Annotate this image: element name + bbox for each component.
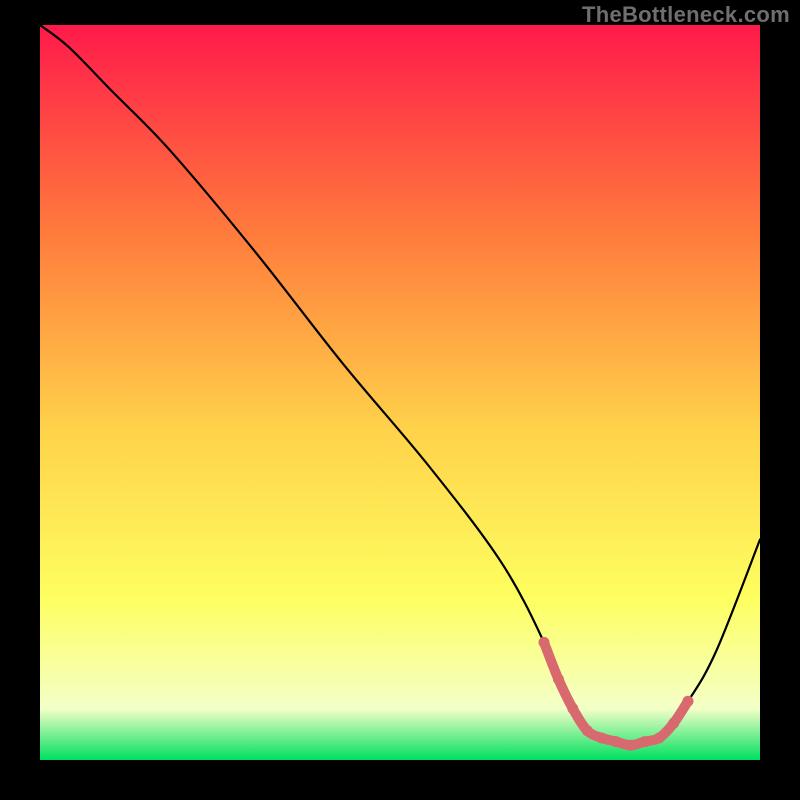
highlight-dot xyxy=(654,732,665,743)
chart-svg xyxy=(40,25,760,760)
highlight-dot xyxy=(553,674,564,685)
highlight-dot xyxy=(611,736,622,747)
highlight-dot xyxy=(668,718,679,729)
chart-plot xyxy=(40,25,760,760)
highlight-dot xyxy=(596,732,607,743)
highlight-dot xyxy=(582,725,593,736)
highlight-dot xyxy=(539,637,550,648)
highlight-dot xyxy=(625,740,636,751)
highlight-dot xyxy=(639,736,650,747)
chart-frame: TheBottleneck.com xyxy=(0,0,800,800)
gradient-background xyxy=(40,25,760,760)
highlight-dot xyxy=(567,703,578,714)
highlight-dot xyxy=(683,696,694,707)
